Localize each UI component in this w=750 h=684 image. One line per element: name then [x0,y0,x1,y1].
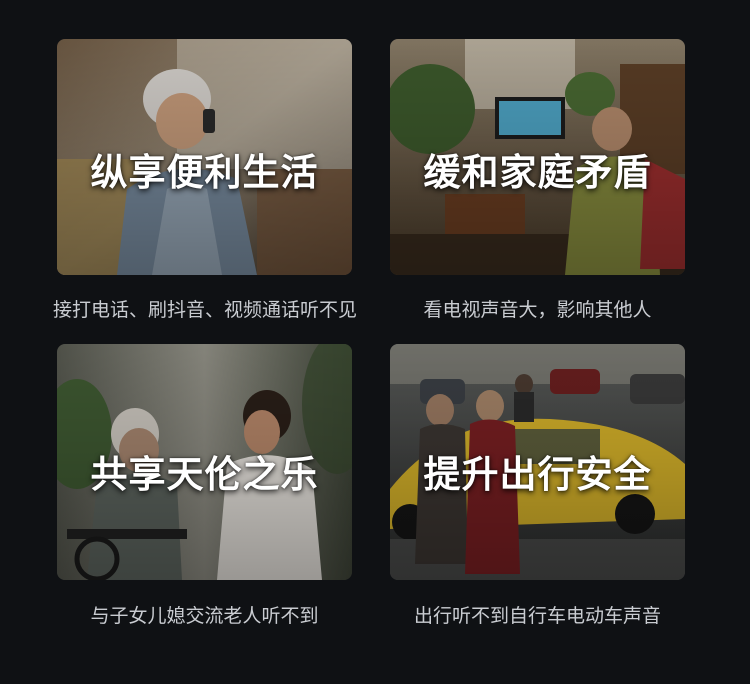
card-caption: 接打电话、刷抖音、视频通话听不见 [52,299,357,321]
feature-card-travel-safety: 提升出行安全 [390,344,685,580]
card-title: 共享天伦之乐 [90,453,319,496]
card-caption: 与子女儿媳交流老人听不到 [90,605,319,627]
card-title: 纵享便利生活 [90,151,319,194]
card-title: 提升出行安全 [423,453,652,496]
feature-card-family-harmony: 缓和家庭矛盾 [390,39,685,275]
feature-card-convenient-life: 纵享便利生活 [57,39,352,275]
card-caption: 看电视声音大，影响其他人 [423,299,652,321]
card-title: 缓和家庭矛盾 [423,151,652,194]
feature-card-family-joy: 共享天伦之乐 [57,344,352,580]
card-caption: 出行听不到自行车电动车声音 [413,605,661,627]
